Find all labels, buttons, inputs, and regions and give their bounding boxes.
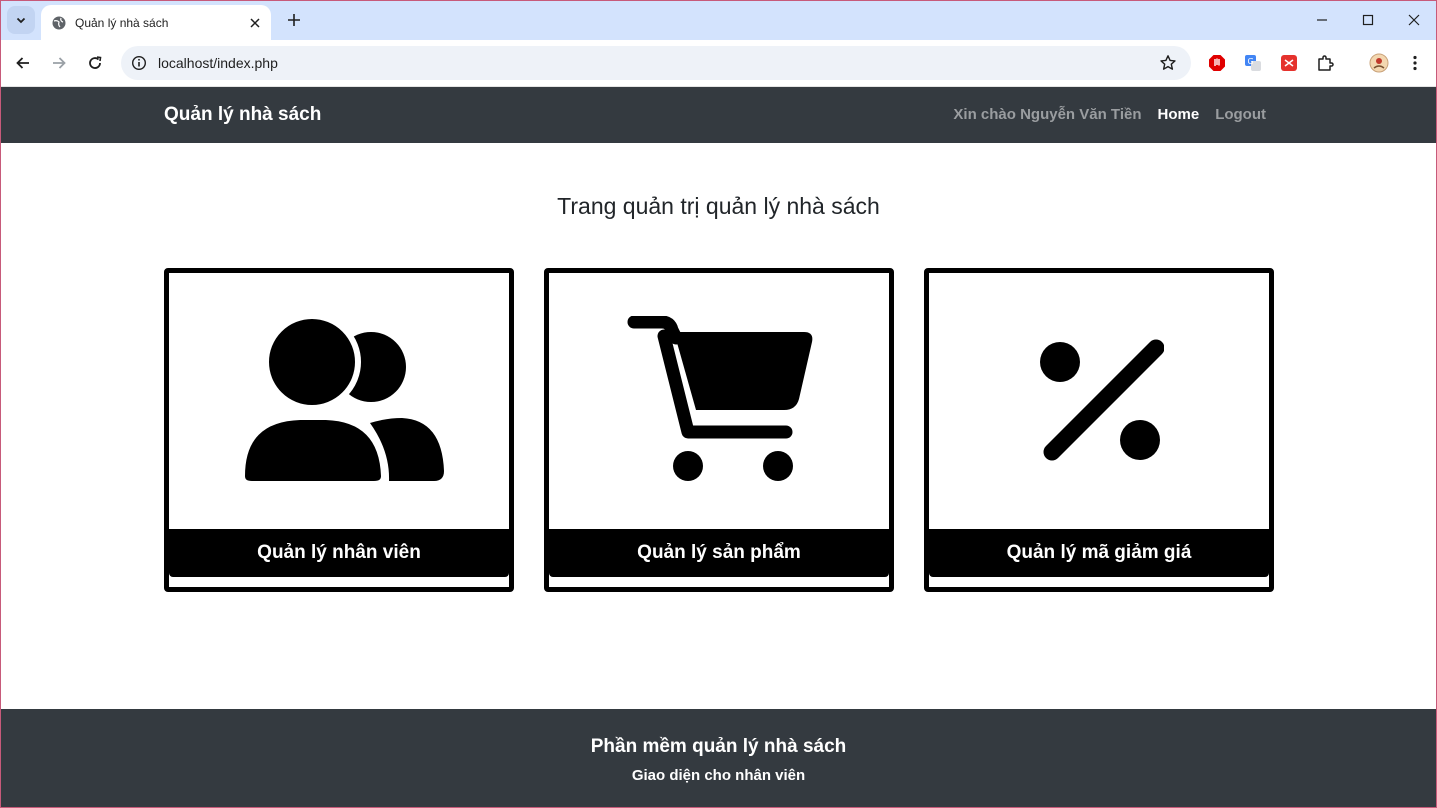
chevron-down-icon <box>16 17 26 24</box>
greeting-link[interactable]: Xin chào Nguyễn Văn Tiền <box>953 106 1141 123</box>
users-icon <box>169 273 509 529</box>
close-tab-icon[interactable] <box>245 13 265 33</box>
forward-button[interactable] <box>46 50 72 76</box>
address-bar[interactable]: localhost/index.php <box>121 46 1191 80</box>
back-button[interactable] <box>10 50 36 76</box>
globe-icon <box>51 15 67 31</box>
browser-menu-icon[interactable] <box>1404 52 1426 74</box>
plus-icon <box>288 14 300 26</box>
browser-toolbar: localhost/index.php G <box>0 40 1437 87</box>
reload-button[interactable] <box>82 50 108 76</box>
browser-tab-strip: Quản lý nhà sách <box>0 0 1437 40</box>
profile-avatar-icon[interactable] <box>1368 52 1390 74</box>
maximize-icon <box>1362 14 1374 26</box>
tab-title: Quản lý nhà sách <box>75 15 169 30</box>
card-label: Quản lý nhân viên <box>169 529 509 577</box>
new-tab-button[interactable] <box>282 8 306 32</box>
footer-title: Phần mềm quản lý nhà sách <box>590 736 847 757</box>
maximize-button[interactable] <box>1356 8 1380 32</box>
svg-text:G: G <box>1248 57 1254 66</box>
card-label: Quản lý sản phẩm <box>549 529 889 577</box>
close-icon <box>1408 14 1420 26</box>
navbar-links: Xin chào Nguyễn Văn Tiền Home Logout <box>953 106 1266 123</box>
bookmark-star-icon[interactable] <box>1151 54 1185 72</box>
site-navbar: Quản lý nhà sách Xin chào Nguyễn Văn Tiề… <box>1 87 1436 143</box>
browser-tab[interactable]: Quản lý nhà sách <box>41 5 271 40</box>
card-discount-management[interactable]: Quản lý mã giảm giá <box>924 268 1274 592</box>
minimize-button[interactable] <box>1310 8 1334 32</box>
card-staff-management[interactable]: Quản lý nhân viên <box>164 268 514 592</box>
site-info-icon[interactable] <box>122 55 156 71</box>
close-window-button[interactable] <box>1402 8 1426 32</box>
adblock-extension-icon[interactable] <box>1206 52 1228 74</box>
extensions-puzzle-icon[interactable] <box>1314 52 1336 74</box>
minimize-icon <box>1317 19 1327 21</box>
pdf-extension-icon[interactable] <box>1278 52 1300 74</box>
arrow-right-icon <box>53 57 66 69</box>
cart-icon <box>549 273 889 529</box>
tab-search-button[interactable] <box>7 6 35 34</box>
home-link[interactable]: Home <box>1158 106 1200 123</box>
site-footer: Phần mềm quản lý nhà sách Giao diện cho … <box>1 709 1436 808</box>
card-product-management[interactable]: Quản lý sản phẩm <box>544 268 894 592</box>
page-title: Trang quản trị quản lý nhà sách <box>557 193 880 219</box>
url-text: localhost/index.php <box>158 55 278 71</box>
reload-icon <box>89 56 102 69</box>
navbar-brand[interactable]: Quản lý nhà sách <box>164 104 321 126</box>
logout-link[interactable]: Logout <box>1215 106 1266 123</box>
card-label: Quản lý mã giảm giá <box>929 529 1269 577</box>
translate-extension-icon[interactable]: G <box>1242 52 1264 74</box>
percent-icon <box>929 273 1269 529</box>
arrow-left-icon <box>16 57 29 69</box>
footer-subtitle: Giao diện cho nhân viên <box>631 767 806 784</box>
